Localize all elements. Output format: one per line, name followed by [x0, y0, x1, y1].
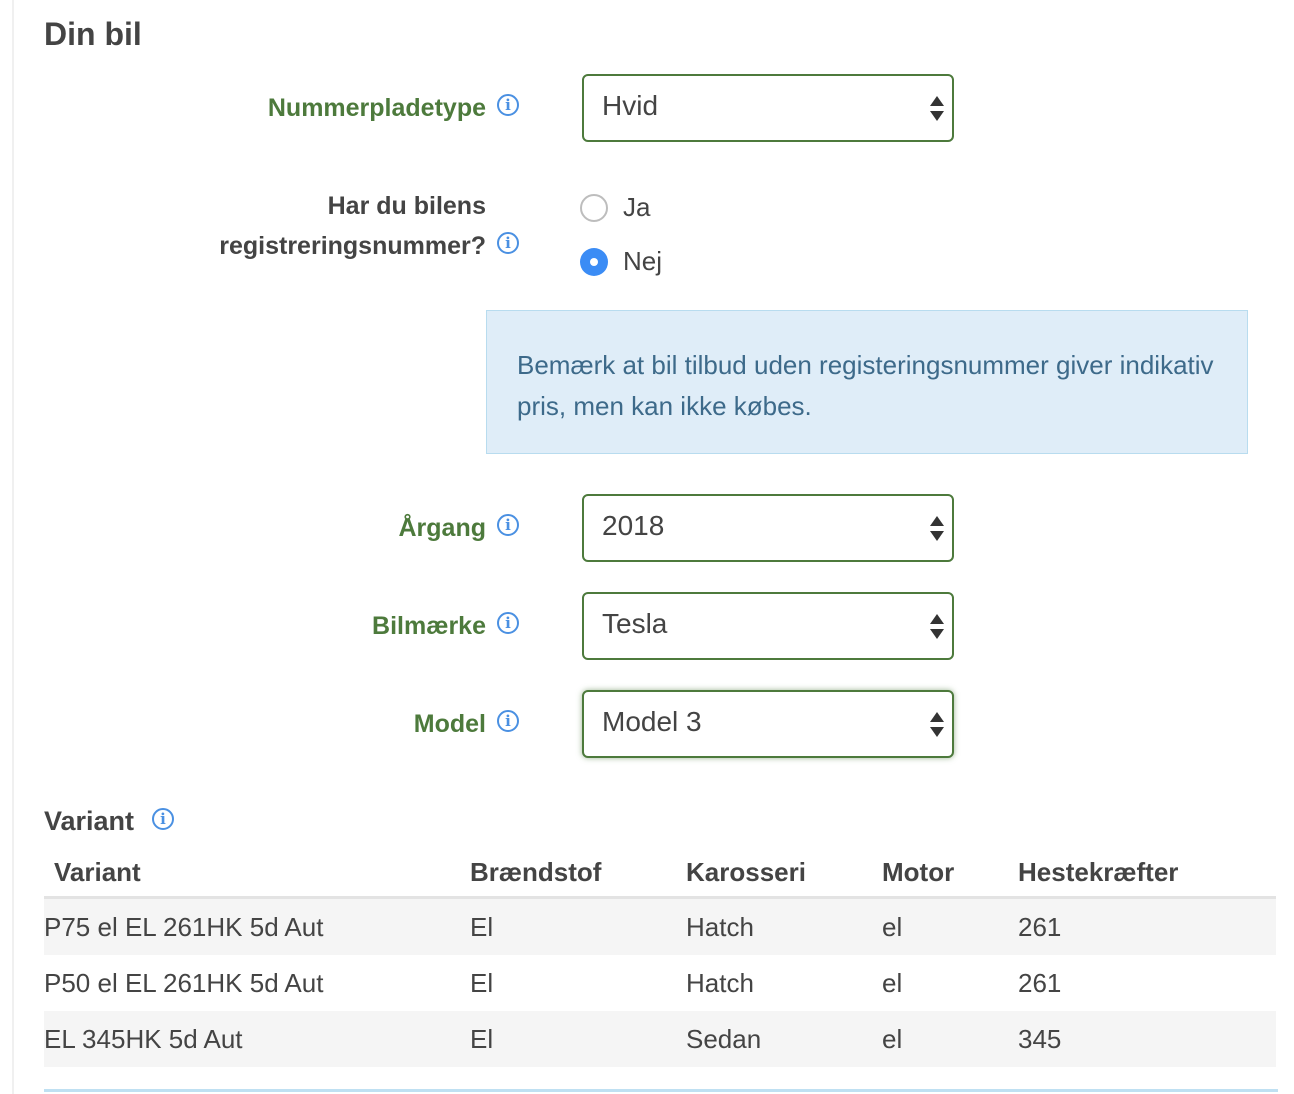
info-icon[interactable]: i [497, 94, 519, 116]
cell-variant: P75 el EL 261HK 5d Aut [44, 897, 470, 955]
table-header-row: Variant Brændstof Karosseri Motor Hestek… [44, 848, 1276, 899]
col-variant: Variant [44, 848, 470, 899]
left-divider [12, 0, 14, 1094]
col-body: Karosseri [686, 848, 882, 899]
info-icon[interactable]: i [497, 710, 519, 732]
table-row[interactable]: P50 el EL 261HK 5d Aut El Hatch el 261 [44, 955, 1276, 1011]
variant-table: Variant Brændstof Karosseri Motor Hestek… [44, 848, 1276, 1067]
model-select[interactable]: Model 3 [582, 690, 954, 758]
cell-horsepower: 345 [1018, 1011, 1276, 1067]
section-title: Din bil [44, 16, 142, 52]
info-icon[interactable]: i [152, 808, 174, 830]
notice-text: Bemærk at bil tilbud uden registeringsnu… [517, 350, 1214, 421]
cell-body: Hatch [686, 897, 882, 955]
notice-box: Bemærk at bil tilbud uden registeringsnu… [486, 310, 1248, 454]
cell-engine: el [882, 967, 903, 998]
radio-nej-label[interactable]: Nej [623, 246, 662, 277]
year-label: Årgang [398, 514, 487, 542]
updown-arrows-icon [930, 514, 944, 544]
model-label: Model [413, 710, 486, 738]
radio-nej[interactable] [580, 248, 608, 276]
registration-label-line1: Har du bilens [327, 192, 486, 220]
info-icon[interactable]: i [497, 514, 519, 536]
col-horsepower: Hestekræfter [1018, 848, 1276, 899]
variant-title: Variant [44, 806, 135, 836]
table-row[interactable]: P75 el EL 261HK 5d Aut El Hatch el 261 [44, 897, 1276, 955]
col-engine: Motor [882, 848, 1018, 899]
updown-arrows-icon [930, 94, 944, 124]
cell-fuel: El [470, 897, 686, 955]
plate-type-value: Hvid [602, 90, 659, 121]
cell-body: Hatch [686, 967, 754, 998]
brand-label: Bilmærke [372, 612, 486, 640]
info-icon[interactable]: i [497, 612, 519, 634]
brand-select[interactable]: Tesla [582, 592, 954, 660]
cell-horsepower: 261 [1018, 897, 1276, 955]
radio-ja[interactable] [580, 194, 608, 222]
table-row[interactable]: EL 345HK 5d Aut El Sedan el 345 [44, 1011, 1276, 1067]
year-select[interactable]: 2018 [582, 494, 954, 562]
bottom-divider [44, 1089, 1278, 1092]
radio-ja-label[interactable]: Ja [623, 192, 650, 223]
col-fuel: Brændstof [470, 848, 686, 899]
model-value: Model 3 [602, 706, 702, 737]
brand-value: Tesla [602, 608, 668, 639]
updown-arrows-icon [930, 612, 944, 642]
cell-variant: EL 345HK 5d Aut [44, 1011, 470, 1067]
registration-label-line2: registreringsnummer? [219, 232, 486, 260]
cell-fuel: El [470, 967, 494, 998]
info-icon[interactable]: i [497, 232, 519, 254]
cell-body: Sedan [686, 1011, 882, 1067]
cell-engine: el [882, 897, 1018, 955]
plate-type-label: Nummerpladetype [267, 94, 486, 122]
cell-variant: P50 el EL 261HK 5d Aut [44, 967, 324, 998]
cell-engine: el [882, 1011, 1018, 1067]
cell-horsepower: 261 [1018, 967, 1062, 998]
updown-arrows-icon [930, 710, 944, 740]
year-value: 2018 [602, 510, 665, 541]
cell-fuel: El [470, 1011, 686, 1067]
plate-type-select[interactable]: Hvid [582, 74, 954, 142]
